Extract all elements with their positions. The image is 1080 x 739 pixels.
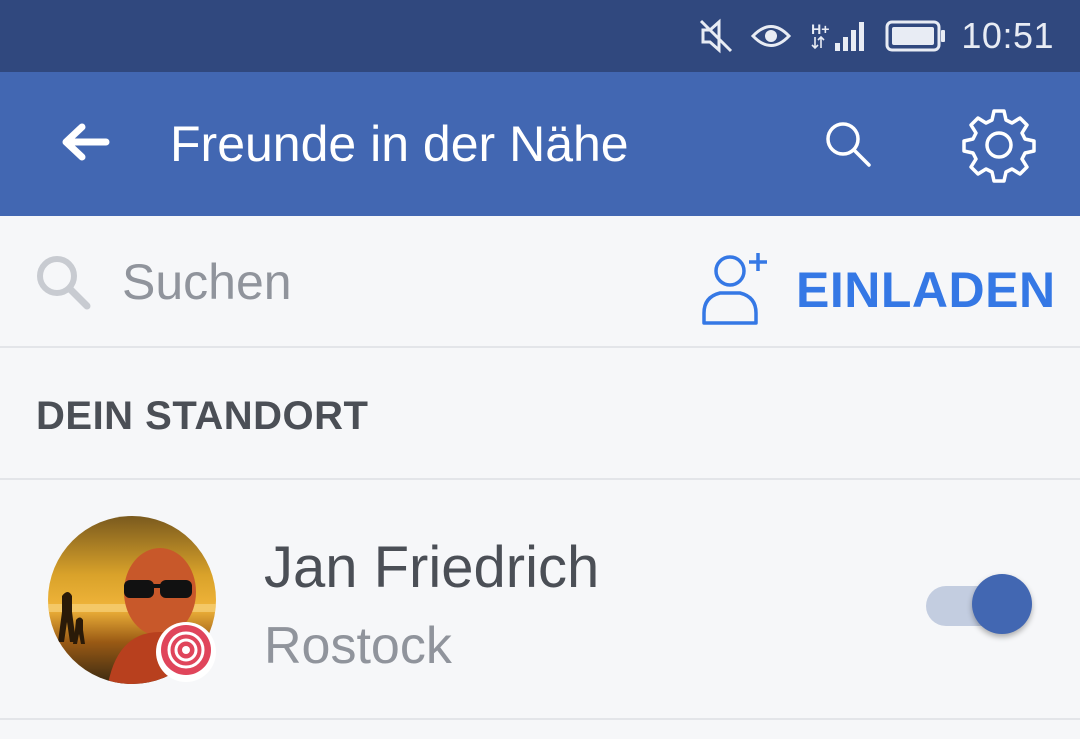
network-icon: H+: [811, 22, 829, 50]
page-title: Freunde in der Nähe: [170, 116, 629, 172]
settings-button[interactable]: [958, 108, 1040, 186]
search-input[interactable]: [120, 247, 620, 317]
target-icon: [160, 624, 212, 681]
search-icon: [823, 119, 873, 174]
location-sharing-toggle[interactable]: [922, 574, 1034, 634]
search-row: EINLADEN: [0, 216, 1080, 348]
search-button[interactable]: [818, 116, 878, 176]
invite-label: EINLADEN: [796, 262, 1056, 318]
battery-icon: [885, 20, 947, 52]
mute-icon: [697, 17, 735, 55]
section-header: DEIN STANDORT: [0, 350, 1080, 480]
network-type-label: H+: [811, 21, 830, 37]
section-title: DEIN STANDORT: [36, 394, 369, 438]
user-name: Jan Friedrich: [264, 535, 600, 600]
signal-icon: [833, 19, 867, 53]
location-badge: [156, 622, 216, 682]
gear-icon: [961, 107, 1037, 188]
back-button[interactable]: [52, 116, 116, 172]
clock: 10:51: [961, 15, 1054, 56]
add-friend-icon: [700, 249, 774, 332]
invite-button[interactable]: EINLADEN: [700, 244, 1060, 336]
eye-icon: [751, 21, 792, 51]
back-arrow-icon: [58, 122, 110, 167]
location-sharing-row[interactable]: Jan Friedrich Rostock: [0, 482, 1080, 720]
status-bar: H+ 10:51: [0, 0, 1080, 72]
search-field[interactable]: [30, 244, 650, 320]
toggle-thumb: [972, 574, 1032, 634]
user-location: Rostock: [264, 617, 452, 675]
app-bar: Freunde in der Nähe: [0, 72, 1080, 216]
search-icon: [30, 249, 96, 315]
